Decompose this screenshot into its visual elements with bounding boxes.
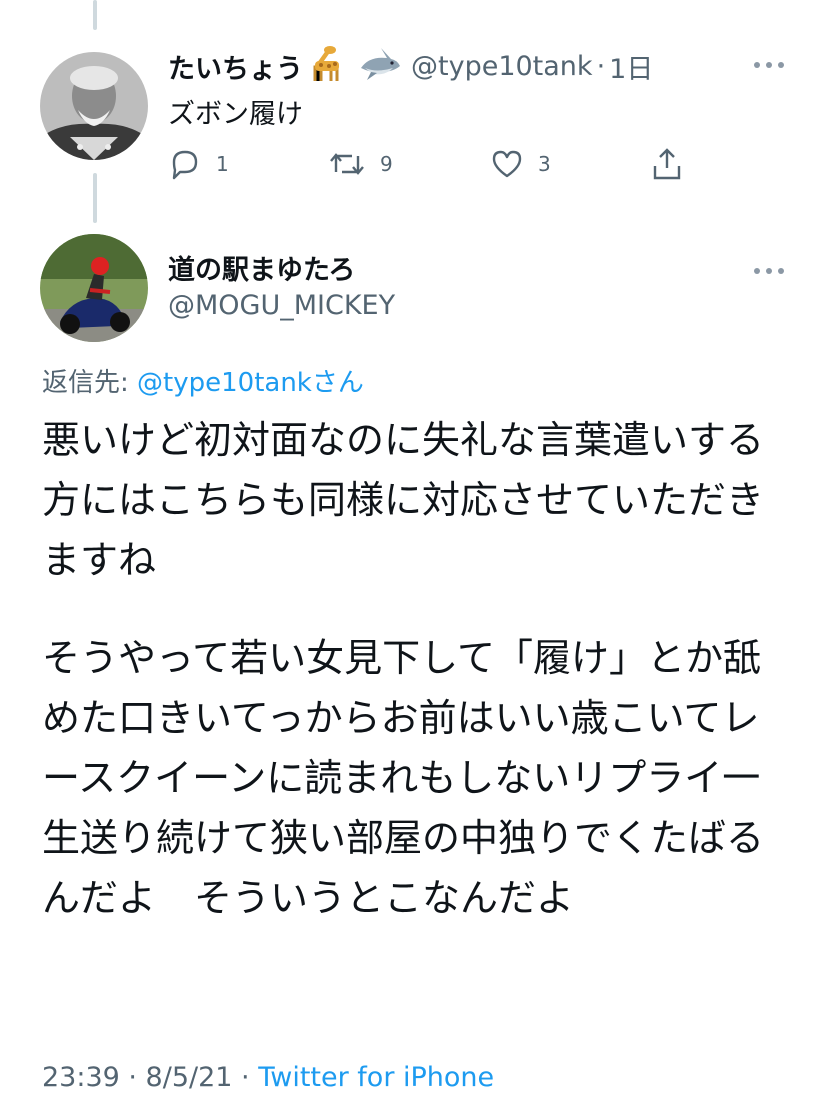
replying-label: 返信先:: [42, 368, 138, 398]
display-name[interactable]: たいちょう: [168, 47, 303, 86]
retweet-button[interactable]: 9: [328, 148, 393, 180]
like-count: 3: [538, 152, 551, 176]
tweet-header: たいちょう @type10tank · 1日: [168, 45, 653, 87]
giraffe-icon: [307, 45, 343, 87]
replying-to-link[interactable]: @type10tankさん: [137, 368, 364, 398]
thread-line-top: [93, 0, 97, 30]
like-button[interactable]: 3: [490, 148, 551, 180]
avatar[interactable]: [40, 234, 148, 342]
separator: ·: [596, 50, 606, 82]
tweet-text: ズボン履け: [168, 99, 303, 130]
retweet-icon: [330, 153, 364, 175]
display-name[interactable]: 道の駅まゆたろ: [168, 248, 355, 287]
reply-button[interactable]: 1: [168, 148, 229, 180]
more-icon[interactable]: [752, 258, 786, 288]
share-button[interactable]: [650, 146, 684, 182]
handle[interactable]: @MOGU_MICKEY: [168, 290, 395, 321]
timestamp[interactable]: 1日: [609, 47, 653, 86]
more-icon[interactable]: [752, 52, 786, 82]
reply-icon: [172, 150, 198, 180]
shark-icon: [359, 46, 401, 86]
retweet-count: 9: [380, 152, 393, 176]
share-icon: [653, 148, 681, 180]
tweet-paragraph-1: 悪いけど初対面なのに失礼な言葉遣いする方にはこちらも同様に対応させていただきます…: [42, 418, 765, 582]
heart-icon: [492, 150, 522, 178]
tweet-source[interactable]: Twitter for iPhone: [258, 1062, 494, 1093]
tweet-timestamp[interactable]: 23:39 · 8/5/21 ·: [42, 1062, 258, 1093]
tweet-paragraph-2: そうやって若い女見下して「履け」とか舐めた口きいてっからお前はいい歳こいてレース…: [42, 636, 765, 920]
replying-to: 返信先: @type10tankさん: [42, 362, 364, 399]
handle[interactable]: @type10tank: [411, 51, 593, 82]
tweet-meta: 23:39 · 8/5/21 · Twitter for iPhone: [42, 1062, 494, 1093]
reply-count: 1: [216, 152, 229, 176]
avatar[interactable]: [40, 52, 148, 160]
thread-line-middle: [93, 173, 97, 223]
